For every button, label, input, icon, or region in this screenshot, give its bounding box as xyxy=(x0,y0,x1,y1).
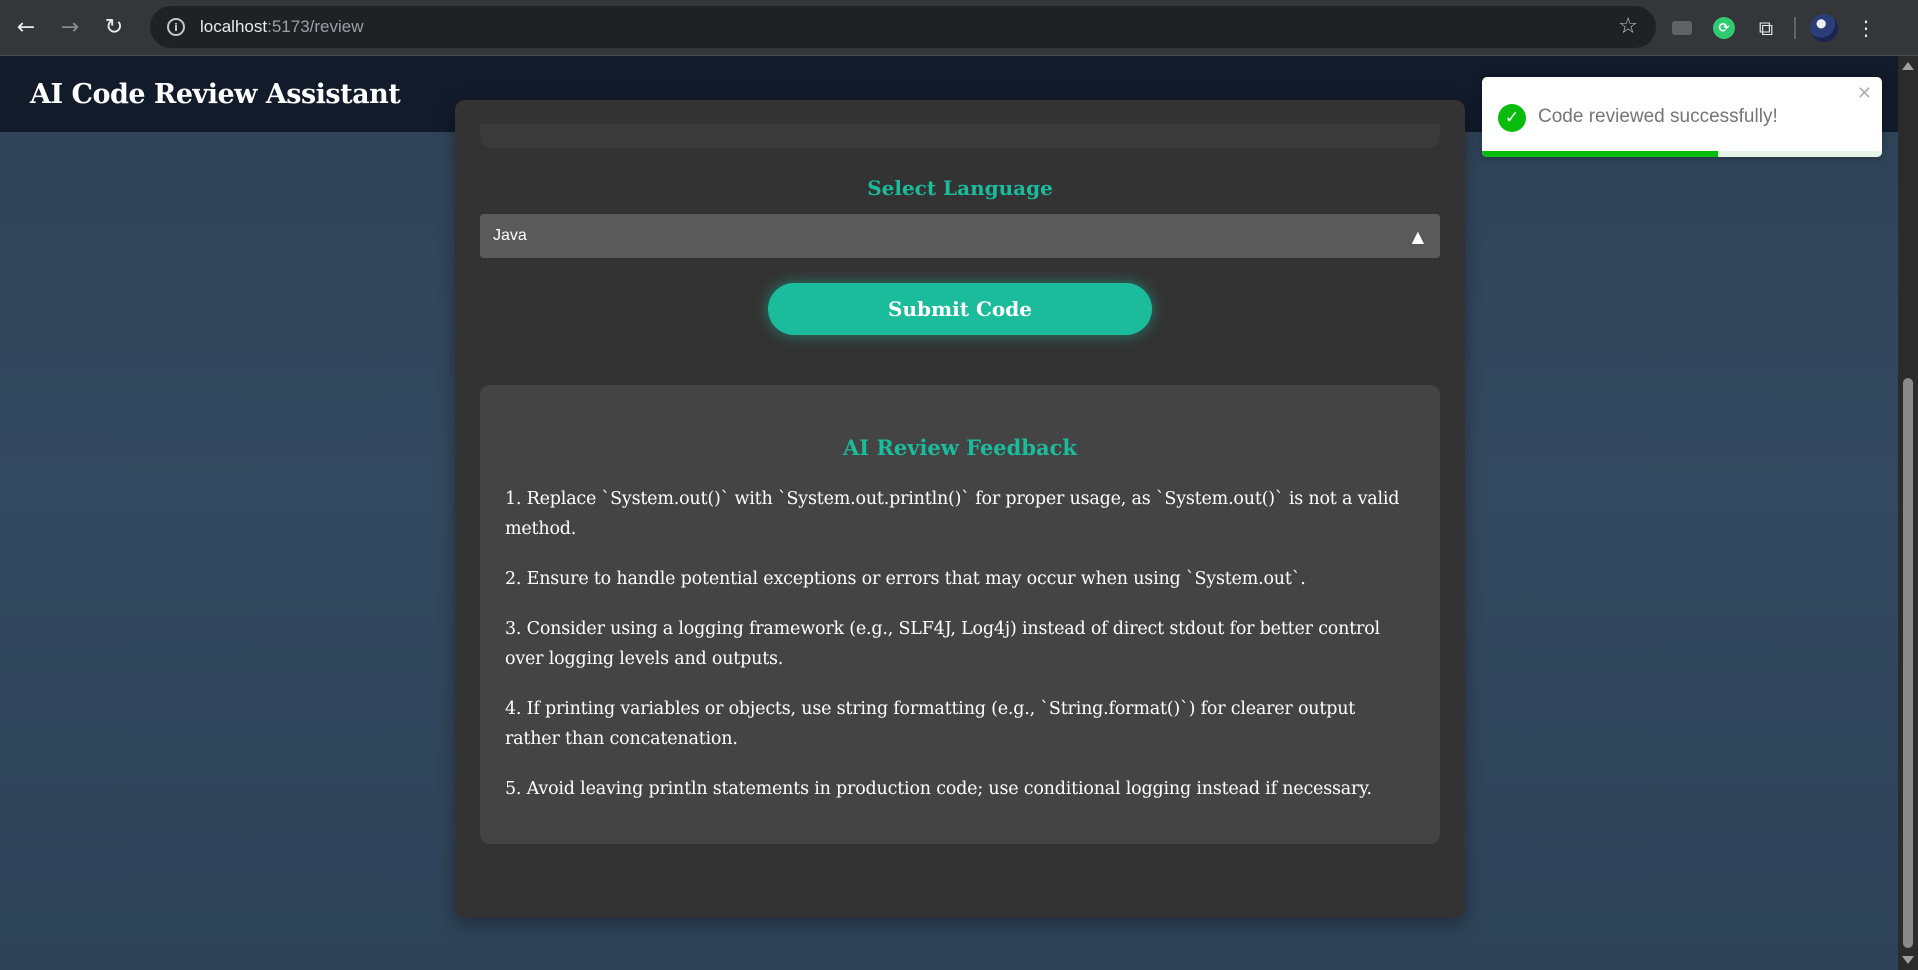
reload-icon[interactable]: ↻ xyxy=(94,8,134,48)
app-title: AI Code Review Assistant xyxy=(30,78,401,110)
submit-code-button[interactable]: Submit Code xyxy=(768,283,1152,335)
code-editor-bottom[interactable] xyxy=(480,124,1440,148)
close-icon[interactable]: ✕ xyxy=(1857,83,1872,104)
browser-toolbar: ← → ↻ i localhost:5173/review ☆ ⟳ ⧉ ⋮ xyxy=(0,0,1918,56)
back-arrow-icon[interactable]: ← xyxy=(6,8,46,48)
success-toast[interactable]: ✓ Code reviewed successfully! ✕ xyxy=(1482,77,1882,157)
feedback-item: 2. Ensure to handle potential exceptions… xyxy=(505,569,1306,589)
site-info-icon[interactable]: i xyxy=(158,9,194,45)
scroll-up-arrow-icon[interactable] xyxy=(1902,62,1914,70)
extensions-area: ⟳ ⧉ ⋮ xyxy=(1668,8,1880,48)
url-host: localhost xyxy=(200,17,268,36)
address-bar[interactable]: i localhost:5173/review ☆ xyxy=(150,6,1656,48)
feedback-item: 1. Replace `System.out()` with `System.o… xyxy=(505,489,1400,539)
scroll-down-arrow-icon[interactable] xyxy=(1902,956,1914,964)
language-selected-value: Java xyxy=(493,227,527,244)
feedback-item: 3. Consider using a logging framework (e… xyxy=(505,619,1380,669)
puzzle-extensions-icon[interactable]: ⧉ xyxy=(1752,14,1780,42)
url-text[interactable]: localhost:5173/review xyxy=(200,17,364,37)
toast-progress-bar xyxy=(1482,151,1718,157)
check-circle-icon: ✓ xyxy=(1498,104,1526,132)
language-select[interactable]: Java ▲ xyxy=(480,214,1440,258)
extension-icon[interactable] xyxy=(1668,14,1696,42)
bookmark-star-icon[interactable]: ☆ xyxy=(1618,14,1638,39)
toast-message: Code reviewed successfully! xyxy=(1538,106,1778,127)
feedback-item: 4. If printing variables or objects, use… xyxy=(505,699,1356,749)
kebab-menu-icon[interactable]: ⋮ xyxy=(1852,14,1880,42)
profile-avatar[interactable] xyxy=(1810,14,1838,42)
language-label: Select Language xyxy=(867,176,1053,200)
feedback-title: AI Review Feedback xyxy=(843,435,1077,460)
feedback-item: 5. Avoid leaving println statements in p… xyxy=(505,779,1372,799)
forward-arrow-icon[interactable]: → xyxy=(50,8,90,48)
toolbar-divider xyxy=(1794,17,1796,39)
url-path: :5173/review xyxy=(267,17,364,36)
page-scrollbar[interactable] xyxy=(1898,56,1918,970)
feedback-panel: AI Review Feedback 1. Replace `System.ou… xyxy=(480,385,1440,844)
scroll-thumb[interactable] xyxy=(1903,378,1913,948)
extension-sync-icon[interactable]: ⟳ xyxy=(1710,14,1738,42)
caret-up-icon: ▲ xyxy=(1411,226,1424,246)
